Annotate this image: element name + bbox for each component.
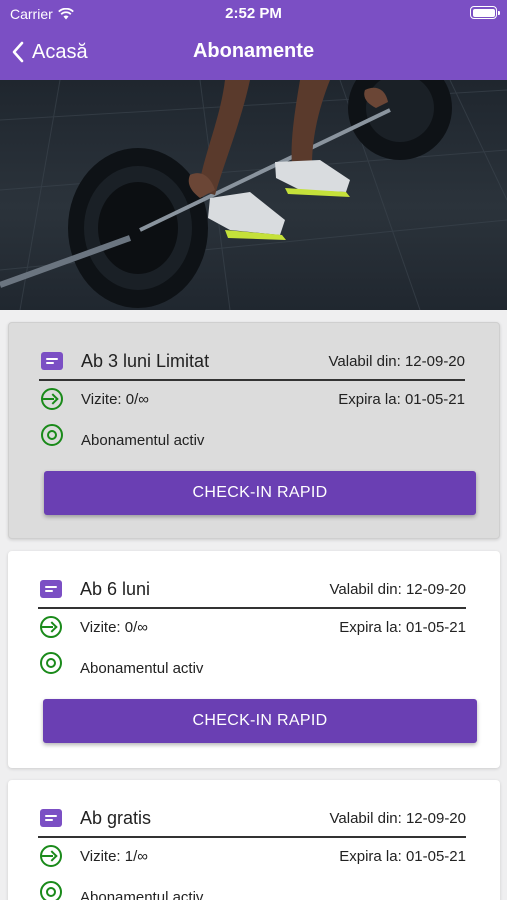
subscription-status: Abonamentul activ	[80, 659, 204, 677]
active-target-icon	[41, 424, 63, 446]
expiry-date: Expira la: 01-05-21	[338, 390, 465, 408]
login-arrow-icon	[41, 388, 63, 410]
visits-row: Vizite: 1/∞ Expira la: 01-05-21	[40, 844, 466, 868]
status-row: Abonamentul activ	[40, 880, 466, 900]
subscription-name: Ab 3 luni Limitat	[81, 350, 210, 371]
barbell-photo-illustration	[0, 80, 507, 310]
subscription-card: Ab gratis Valabil din: 12-09-20 Vizite: …	[8, 780, 500, 900]
subscription-status: Abonamentul activ	[81, 431, 205, 449]
subscription-card: Ab 6 luni Valabil din: 12-09-20 Vizite: …	[8, 551, 500, 768]
battery-icon	[470, 6, 500, 19]
visits-row: Vizite: 0/∞ Expira la: 01-05-21	[40, 615, 466, 639]
valid-from: Valabil din: 12-09-20	[328, 352, 465, 370]
expiry-date: Expira la: 01-05-21	[339, 847, 466, 865]
valid-from: Valabil din: 12-09-20	[329, 580, 466, 598]
visits-row: Vizite: 0/∞ Expira la: 01-05-21	[41, 387, 465, 411]
subscription-card: Ab 3 luni Limitat Valabil din: 12-09-20 …	[8, 322, 500, 539]
quick-checkin-button[interactable]: CHECK-IN RAPID	[43, 699, 477, 743]
visits-count: Vizite: 0/∞	[80, 618, 148, 636]
membership-card-icon	[40, 809, 62, 827]
divider	[39, 379, 465, 381]
status-time: 2:52 PM	[225, 5, 282, 22]
app-header: Carrier 2:52 PM Acasă Abonamente	[0, 0, 507, 80]
status-row: Abonamentul activ	[40, 651, 466, 677]
divider	[38, 607, 466, 609]
valid-from: Valabil din: 12-09-20	[329, 809, 466, 827]
membership-card-icon	[41, 352, 63, 370]
card-title-row: Ab 3 luni Limitat Valabil din: 12-09-20	[41, 349, 465, 373]
quick-checkin-button[interactable]: CHECK-IN RAPID	[44, 471, 476, 515]
divider	[38, 836, 466, 838]
card-title-row: Ab 6 luni Valabil din: 12-09-20	[40, 577, 466, 601]
active-target-icon	[40, 652, 62, 674]
subscription-status: Abonamentul activ	[80, 888, 204, 900]
login-arrow-icon	[40, 616, 62, 638]
subscription-name: Ab gratis	[80, 807, 152, 828]
expiry-date: Expira la: 01-05-21	[339, 618, 466, 636]
visits-count: Vizite: 1/∞	[80, 847, 148, 865]
card-title-row: Ab gratis Valabil din: 12-09-20	[40, 806, 466, 830]
status-row: Abonamentul activ	[41, 423, 465, 449]
subscription-name: Ab 6 luni	[80, 578, 151, 599]
status-bar: Carrier 2:52 PM	[0, 0, 507, 28]
membership-card-icon	[40, 580, 62, 598]
visits-count: Vizite: 0/∞	[81, 390, 149, 408]
login-arrow-icon	[40, 845, 62, 867]
page-title: Abonamente	[192, 40, 315, 62]
hero-gym-image	[0, 80, 507, 310]
active-target-icon	[40, 881, 62, 900]
